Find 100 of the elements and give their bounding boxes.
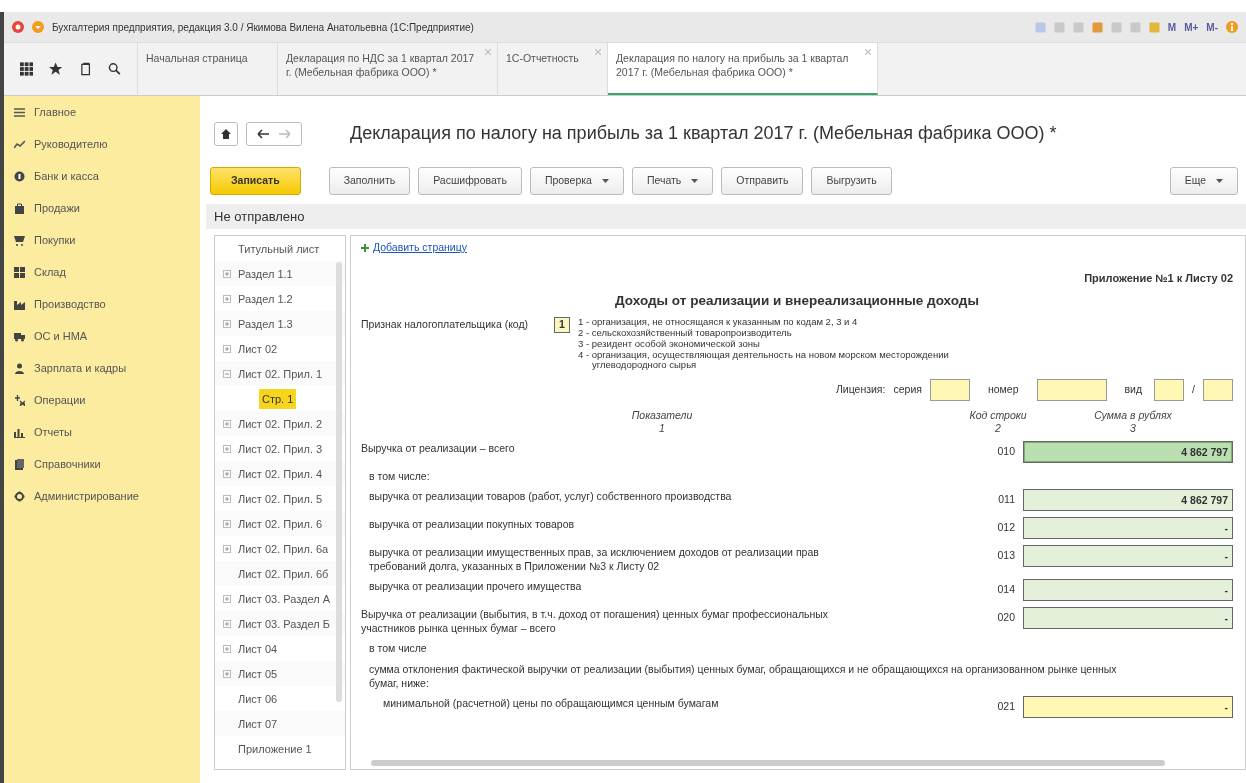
taxpayer-code-field[interactable]: 1	[554, 316, 570, 333]
tree-item[interactable]: Лист 02. Прил. 6а	[235, 538, 332, 559]
amount-field[interactable]: -	[1023, 579, 1233, 602]
toolbar-button[interactable]: Проверка	[529, 167, 624, 195]
memory-button[interactable]: M	[1167, 19, 1177, 35]
expand-icon[interactable]	[223, 519, 231, 528]
sidebar-item[interactable]: Главное	[34, 103, 77, 121]
cart-icon	[14, 234, 25, 246]
row-code: 013	[996, 547, 1015, 563]
back-arrow-icon[interactable]	[257, 128, 269, 139]
expand-icon[interactable]	[223, 469, 231, 478]
sidebar-item[interactable]: Покупки	[34, 231, 76, 249]
sidebar-item[interactable]: Справочники	[34, 455, 101, 473]
license-label: Лицензия:	[835, 382, 886, 398]
toolbar-square-icon[interactable]	[1148, 21, 1160, 33]
amount-field[interactable]: -	[1023, 544, 1233, 567]
tree-item[interactable]: Лист 03. Раздел А	[235, 588, 334, 609]
expand-icon[interactable]	[223, 669, 231, 678]
toolbar-button[interactable]: Отправить	[721, 167, 804, 195]
expand-icon[interactable]	[223, 544, 231, 553]
tree-item[interactable]: Лист 04	[235, 638, 281, 659]
sidebar-item[interactable]: ОС и НМА	[34, 327, 88, 345]
app-logo-icon[interactable]	[12, 21, 24, 33]
tree-item[interactable]: Лист 02. Прил. 5	[235, 488, 326, 509]
sidebar-item[interactable]: Операции	[34, 391, 86, 409]
toolbar-square-icon[interactable]	[1091, 21, 1103, 33]
row-label: минимальной (расчетной) цены по обращающимся ценным бумагам	[382, 695, 720, 711]
memory-button[interactable]: M-	[1206, 19, 1218, 35]
star-icon[interactable]	[49, 62, 63, 76]
toolbar-square-icon[interactable]	[1034, 21, 1046, 33]
sidebar-item[interactable]: Администрирование	[34, 487, 139, 505]
tree-item[interactable]: Лист 02. Прил. 3	[235, 438, 326, 459]
column-header: Сумма в рублях	[1093, 409, 1173, 422]
toolbar-square-icon[interactable]	[1129, 21, 1141, 33]
menu-dropdown-icon[interactable]	[32, 21, 44, 33]
expand-icon[interactable]	[223, 594, 231, 603]
apps-grid-icon[interactable]	[20, 62, 34, 76]
amount-field[interactable]: 4 862 797	[1023, 488, 1233, 511]
close-icon[interactable]	[595, 49, 601, 55]
tree-item[interactable]: Раздел 1.2	[235, 288, 296, 309]
toolbar-square-icon[interactable]	[1053, 21, 1065, 33]
toolbar-button[interactable]: Заполнить	[328, 167, 411, 195]
caption-text: сумма отклонения фактической выручки от реализации (выбытия) ценных бумаг, обращающихся и не обращающихся на организованном рынке ценных бумаг, ниже:	[368, 661, 1118, 690]
tree-item[interactable]: Титульный лист	[235, 238, 323, 259]
toolbar-square-icon[interactable]	[1110, 21, 1122, 33]
expand-icon[interactable]	[223, 494, 231, 503]
toolbar-button[interactable]: Выгрузить	[811, 167, 892, 195]
home-button[interactable]	[214, 121, 238, 146]
sidebar-item[interactable]: Банк и касса	[34, 167, 99, 185]
expand-icon[interactable]	[223, 294, 231, 303]
sidebar-item[interactable]: Склад	[34, 263, 66, 281]
toolbar-button[interactable]: Расшифровать	[418, 167, 522, 195]
toolbar-button[interactable]: Записать	[210, 167, 301, 195]
amount-field[interactable]: 4 862 797	[1023, 440, 1233, 463]
memory-button[interactable]: M+	[1184, 19, 1199, 35]
expand-icon[interactable]	[223, 319, 231, 328]
series-field[interactable]	[929, 379, 970, 402]
appendix-label: Приложение №1 к Листу 02	[1083, 271, 1233, 286]
sidebar-item[interactable]: Продажи	[34, 199, 80, 217]
row-label: выручка от реализации покупных товаров	[368, 516, 576, 531]
sidebar-item[interactable]: Производство	[34, 295, 106, 313]
column-header: Показатели	[630, 409, 694, 422]
close-icon[interactable]	[865, 49, 871, 55]
person-icon	[14, 362, 25, 374]
expand-icon[interactable]	[223, 619, 231, 628]
amount-field[interactable]: -	[1023, 607, 1233, 630]
forward-arrow-icon[interactable]	[279, 128, 291, 139]
amount-field[interactable]: -	[1023, 516, 1233, 539]
tree-item[interactable]: Лист 02	[235, 338, 281, 359]
toolbar-square-icon[interactable]	[1072, 21, 1084, 33]
tree-item[interactable]: Стр. 1	[259, 388, 297, 409]
more-button[interactable]: Еще	[1169, 167, 1238, 195]
document-tab[interactable]: 1С-Отчетность	[506, 51, 587, 66]
bar-chart-icon	[14, 426, 25, 438]
document-tab[interactable]: Начальная страница	[146, 51, 257, 66]
search-icon[interactable]	[107, 62, 121, 76]
sidebar-item[interactable]: Руководителю	[34, 135, 108, 153]
info-icon[interactable]	[1226, 21, 1238, 33]
expand-icon[interactable]	[223, 419, 231, 428]
sidebar-item[interactable]: Отчеты	[34, 423, 73, 441]
toolbar-button[interactable]: Печать	[631, 167, 714, 195]
history-icon[interactable]	[78, 62, 92, 76]
type-field[interactable]	[1154, 379, 1185, 402]
amount-field[interactable]: -	[1023, 695, 1233, 718]
expand-icon[interactable]	[223, 269, 231, 278]
collapse-icon[interactable]	[223, 369, 231, 378]
add-page-link[interactable]: Добавить страницу	[373, 240, 467, 256]
tree-item[interactable]: Лист 06	[235, 688, 281, 709]
expand-icon[interactable]	[223, 444, 231, 453]
caret-icon	[1216, 178, 1223, 183]
subtype-field[interactable]	[1203, 379, 1233, 402]
number-field[interactable]	[1036, 379, 1107, 402]
close-icon[interactable]	[485, 49, 491, 55]
row-label: Выручка от реализации (выбытия, в т.ч. доход от погашения) ценных бумаг профессиональных участников рынка ценных бумаг – всего	[361, 607, 830, 636]
expand-icon[interactable]	[223, 644, 231, 653]
sidebar-item[interactable]: Зарплата и кадры	[34, 359, 127, 377]
expand-icon[interactable]	[223, 344, 231, 353]
caption-text: в том числе	[368, 641, 428, 656]
document-tab[interactable]: Декларация по НДС за 1 квартал 2017 г. (Мебельная фабрика ООО) *	[286, 51, 477, 80]
tree-item[interactable]: Приложение 1	[235, 738, 315, 759]
